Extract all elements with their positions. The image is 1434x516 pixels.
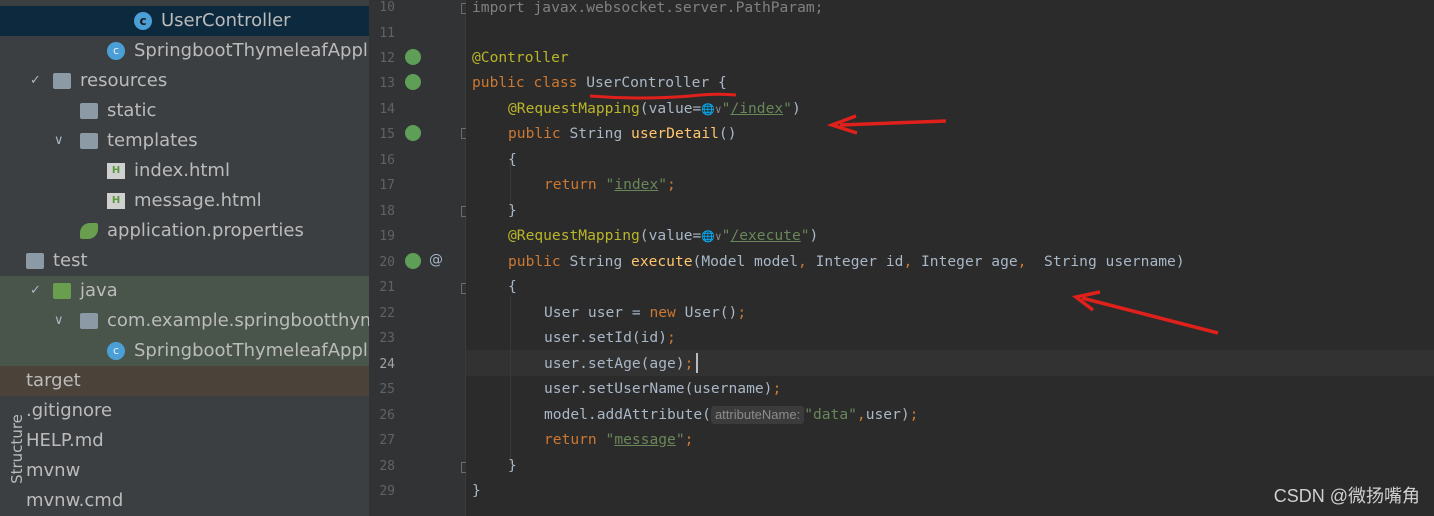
chevron-down-icon[interactable]: ∨ [54, 306, 64, 336]
text-caret [696, 353, 698, 373]
project-tree-panel: c UserController c SpringbootThymeleafAp… [0, 0, 369, 516]
structure-tab[interactable]: Structure [8, 414, 26, 484]
line-number: 26 [379, 408, 395, 423]
html-file-icon: H [107, 163, 125, 179]
line-number: 10 [379, 0, 395, 15]
line-number: 22 [379, 306, 395, 321]
tool-strip: Structure [0, 0, 32, 516]
at-icon[interactable]: @ [429, 252, 443, 268]
tree-item-mvnw[interactable]: mvnw [0, 456, 369, 486]
tree-item-mvnw-cmd[interactable]: mvnw.cmd [0, 486, 369, 516]
request-mapping-icon[interactable] [405, 125, 421, 141]
tree-item-resources[interactable]: ✓ resources [0, 66, 369, 96]
tree-item-application-tests[interactable]: c SpringbootThymeleafApplicationTests [0, 336, 369, 366]
code-line-28[interactable]: } [508, 453, 517, 479]
editor-gutter: 10 11 12 13 14 15 16 17 18 19 20 21 22 2… [369, 0, 471, 516]
tree-item-test-java[interactable]: ✓ java [0, 276, 369, 306]
globe-icon[interactable]: 🌐∨ [701, 224, 721, 250]
code-editor[interactable]: import javax.websocket.server.PathParam;… [466, 0, 1434, 516]
code-line-20[interactable]: public String execute(Model model, Integ… [508, 249, 1185, 275]
test-source-folder-icon [53, 283, 71, 299]
line-number-current: 24 [379, 357, 395, 372]
line-number: 15 [379, 127, 395, 142]
spring-bean-icon[interactable] [405, 49, 421, 65]
resources-folder-icon [53, 73, 71, 89]
class-icon: c [134, 12, 152, 30]
tree-item-help-md[interactable]: HELP.md [0, 426, 369, 456]
line-number: 29 [379, 484, 395, 499]
code-line-14[interactable]: @RequestMapping(value=🌐∨"/index") [508, 96, 801, 122]
tree-item-target[interactable]: target [0, 366, 369, 396]
code-line-26[interactable]: model.addAttribute(attributeName: "data",… [544, 402, 918, 428]
code-line-17[interactable]: return "index"; [544, 172, 676, 198]
line-number: 25 [379, 382, 395, 397]
code-line-25[interactable]: user.setUserName(username); [544, 376, 781, 402]
code-line-12[interactable]: @Controller [472, 45, 569, 71]
code-line-16[interactable]: { [508, 147, 517, 173]
tree-item-templates[interactable]: ∨ templates [0, 126, 369, 156]
tree-item-index-html[interactable]: H index.html [0, 156, 369, 186]
line-number: 20 [379, 255, 395, 270]
watermark: CSDN @微扬嘴角 [1273, 486, 1420, 506]
tree-item-usercontroller[interactable]: c UserController [0, 6, 369, 36]
line-number: 21 [379, 280, 395, 295]
code-line-29[interactable]: } [472, 478, 481, 504]
line-number: 17 [379, 178, 395, 193]
indent-guide [510, 296, 511, 464]
line-number: 13 [379, 76, 395, 91]
code-line-13[interactable]: public class UserController { [472, 70, 727, 96]
spring-boot-class-icon: c [107, 42, 125, 60]
line-number: 28 [379, 459, 395, 474]
tree-item-message-html[interactable]: H message.html [0, 186, 369, 216]
line-number: 23 [379, 331, 395, 346]
line-number: 11 [379, 26, 395, 41]
folder-icon [80, 103, 98, 119]
line-number: 14 [379, 102, 395, 117]
html-file-icon: H [107, 193, 125, 209]
code-line-27[interactable]: return "message"; [544, 427, 693, 453]
line-number: 19 [379, 229, 395, 244]
code-line-23[interactable]: user.setId(id); [544, 325, 676, 351]
spring-boot-class-icon: c [107, 342, 125, 360]
code-line-19[interactable]: @RequestMapping(value=🌐∨"/execute") [508, 223, 818, 249]
line-number: 18 [379, 204, 395, 219]
tree-item-test-package[interactable]: ∨ com.example.springbootthymeleaf [0, 306, 369, 336]
tree-item-gitignore[interactable]: .gitignore [0, 396, 369, 426]
code-line-15[interactable]: public String userDetail() [508, 121, 736, 147]
package-icon [80, 313, 98, 329]
line-number: 12 [379, 51, 395, 66]
code-line-10[interactable]: import javax.websocket.server.PathParam; [472, 0, 823, 21]
request-mapping-icon[interactable] [405, 253, 421, 269]
line-number: 16 [379, 153, 395, 168]
line-number: 27 [379, 433, 395, 448]
spring-properties-icon [80, 223, 98, 239]
spring-bean-icon[interactable] [405, 74, 421, 90]
code-line-24[interactable]: user.setAge(age); [544, 351, 693, 377]
code-line-18[interactable]: } [508, 198, 517, 224]
tree-item-static[interactable]: static [0, 96, 369, 126]
parameter-hint: attributeName: [710, 406, 805, 424]
code-line-21[interactable]: { [508, 274, 517, 300]
code-line-22[interactable]: User user = new User(); [544, 300, 746, 326]
tree-item-application-class[interactable]: c SpringbootThymeleafApplication [0, 36, 369, 66]
chevron-down-icon[interactable]: ∨ [54, 126, 64, 156]
folder-icon [80, 133, 98, 149]
globe-icon[interactable]: 🌐∨ [701, 97, 721, 123]
tree-item-test[interactable]: test [0, 246, 369, 276]
tree-item-application-properties[interactable]: application.properties [0, 216, 369, 246]
